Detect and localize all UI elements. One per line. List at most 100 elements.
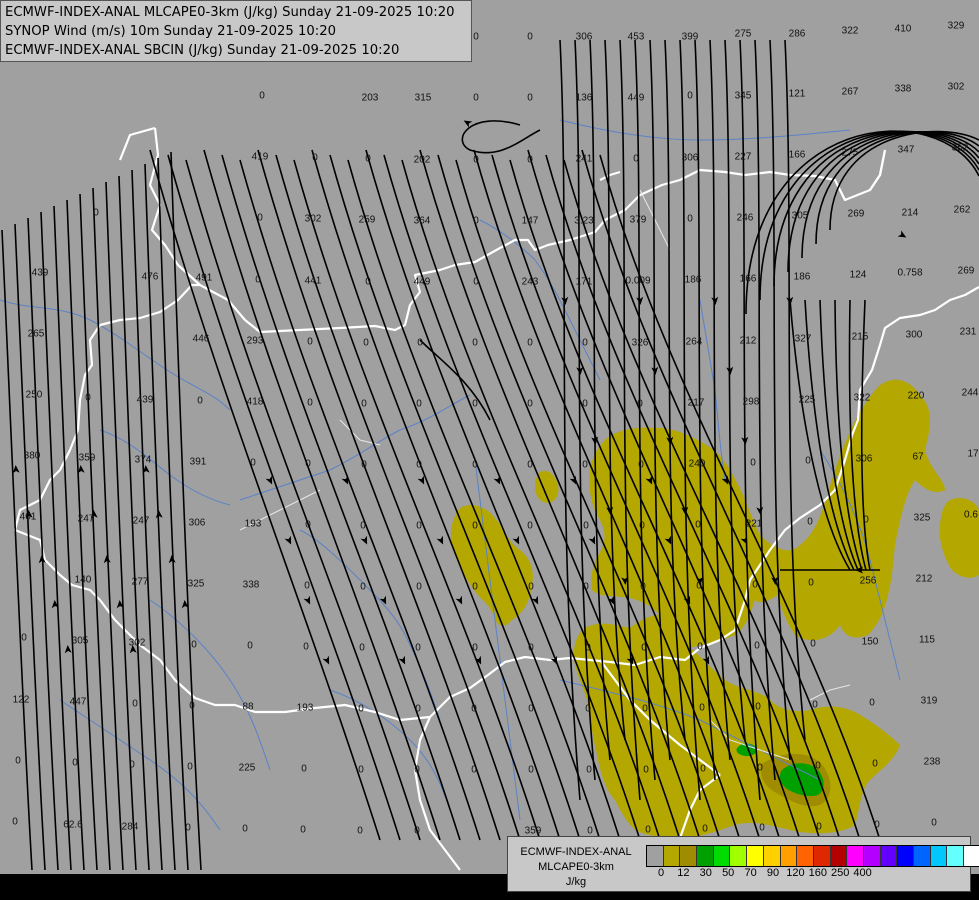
legend-swatch xyxy=(897,846,914,866)
sbcin-value: 262 xyxy=(953,204,971,216)
sbcin-value: 0 xyxy=(416,520,422,532)
sbcin-value: 0 xyxy=(15,755,21,767)
sbcin-value: 171 xyxy=(575,276,593,288)
sbcin-value: 0 xyxy=(582,459,588,471)
legend-tick-label: 70 xyxy=(744,867,757,879)
streamline xyxy=(149,149,381,841)
sbcin-value: 0 xyxy=(360,520,366,532)
sbcin-value: 0 xyxy=(640,581,646,593)
sbcin-value: 410 xyxy=(894,23,912,35)
sbcin-value: 269 xyxy=(957,265,975,277)
sbcin-value: 0 xyxy=(816,821,822,833)
sbcin-value: 0 xyxy=(700,763,706,775)
sbcin-value: 0 xyxy=(257,212,263,224)
wind-arrowhead xyxy=(455,595,463,605)
sbcin-value: 306 xyxy=(188,517,206,529)
legend-tick-label: 90 xyxy=(766,867,780,879)
sbcin-value: 0 xyxy=(527,520,533,532)
sbcin-value: 0 xyxy=(528,581,534,593)
sbcin-value: 215 xyxy=(851,331,869,343)
legend-swatch xyxy=(863,846,881,866)
sbcin-value: 247 xyxy=(132,515,150,527)
sbcin-value: 0 xyxy=(695,519,701,531)
sbcin-value: 293 xyxy=(246,335,264,347)
sbcin-value: 0 xyxy=(189,700,195,712)
sbcin-value: 476 xyxy=(141,271,159,283)
sbcin-value: 193 xyxy=(244,518,262,530)
title-line-cape: ECMWF-INDEX-ANAL MLCAPE0-3km (J/kg) Sund… xyxy=(5,5,455,20)
sbcin-value: 0 xyxy=(805,455,811,467)
sbcin-value: 329 xyxy=(947,20,965,32)
sbcin-value: 0 xyxy=(93,207,99,219)
sbcin-value: 352 xyxy=(951,142,969,154)
sbcin-value: 0 xyxy=(750,457,756,469)
sbcin-value: 0 xyxy=(527,337,533,349)
sbcin-value: 186 xyxy=(684,274,702,286)
sbcin-value: 0 xyxy=(863,514,869,526)
sbcin-value: 286 xyxy=(788,28,806,40)
sbcin-value: 0 xyxy=(472,520,478,532)
sbcin-value: 0 xyxy=(472,642,478,654)
legend-swatch xyxy=(813,846,831,866)
sbcin-value: 62.6 xyxy=(63,819,83,831)
sbcin-value: 0 xyxy=(255,274,261,286)
sbcin-value: 275 xyxy=(734,28,752,40)
sbcin-value: 277 xyxy=(131,576,149,588)
sbcin-value: 0 xyxy=(415,703,421,715)
sbcin-value: 0 xyxy=(696,580,702,592)
sbcin-value: 0 xyxy=(582,337,588,349)
sbcin-value: 0 xyxy=(752,579,758,591)
streamline xyxy=(221,154,461,841)
sbcin-value: 0 xyxy=(471,764,477,776)
legend-tick-label: 250 xyxy=(831,867,850,879)
sbcin-value: 243 xyxy=(521,276,539,288)
sbcin-value: 227 xyxy=(734,151,752,163)
sbcin-value: 17 xyxy=(967,448,979,460)
sbcin-value: 0 xyxy=(585,642,591,654)
legend-tick-label: 30 xyxy=(699,867,712,879)
sbcin-value: 359 xyxy=(78,452,96,464)
sbcin-value: 0 xyxy=(197,395,203,407)
sbcin-value: 0 xyxy=(365,153,371,165)
sbcin-value: 0 xyxy=(187,761,193,773)
sbcin-value: 401 xyxy=(19,511,37,523)
legend-swatch xyxy=(964,846,979,866)
streamline xyxy=(79,193,111,871)
wind-arrowhead xyxy=(897,230,907,238)
streamline xyxy=(92,187,124,871)
sbcin-value: 0 xyxy=(472,459,478,471)
sbcin-value: 0 xyxy=(473,31,479,43)
sbcin-value: 0 xyxy=(582,398,588,410)
sbcin-value: 256 xyxy=(859,575,877,587)
legend-tick-label: 120 xyxy=(786,867,805,879)
streamline xyxy=(239,159,481,841)
sbcin-value: 0 xyxy=(643,764,649,776)
legend-swatch xyxy=(914,846,931,866)
sbcin-value: 0 xyxy=(472,398,478,410)
title-line-wind: SYNOP Wind (m/s) 10m Sunday 21-09-2025 1… xyxy=(5,24,336,39)
sbcin-value: 0 xyxy=(757,762,763,774)
sbcin-value: 265 xyxy=(27,328,45,340)
sbcin-value: 359 xyxy=(524,825,542,837)
sbcin-value: 0 xyxy=(583,581,589,593)
sbcin-value: 212 xyxy=(915,573,933,585)
sbcin-value: 302 xyxy=(128,637,146,649)
sbcin-value: 0 xyxy=(473,92,479,104)
sbcin-value: 0 xyxy=(527,459,533,471)
sbcin-value: 220 xyxy=(907,390,925,402)
sbcin-value: 0 xyxy=(361,398,367,410)
sbcin-value: 225 xyxy=(238,762,256,774)
legend-title: ECMWF-INDEX-ANAL MLCAPE0-3km J/kg xyxy=(508,837,644,890)
sbcin-value: 0 xyxy=(416,398,422,410)
sbcin-value: 319 xyxy=(920,695,938,707)
legend-swatch xyxy=(780,846,798,866)
sbcin-value: 0 xyxy=(471,703,477,715)
sbcin-value: 347 xyxy=(897,144,915,156)
sbcin-value: 0 xyxy=(586,764,592,776)
sbcin-value: 0 xyxy=(645,824,651,836)
sbcin-value: 0 xyxy=(185,822,191,834)
sbcin-value: 121 xyxy=(788,88,806,100)
sbcin-value: 0 xyxy=(85,392,91,404)
sbcin-value: 147 xyxy=(521,215,539,227)
sbcin-value: 0 xyxy=(303,641,309,653)
